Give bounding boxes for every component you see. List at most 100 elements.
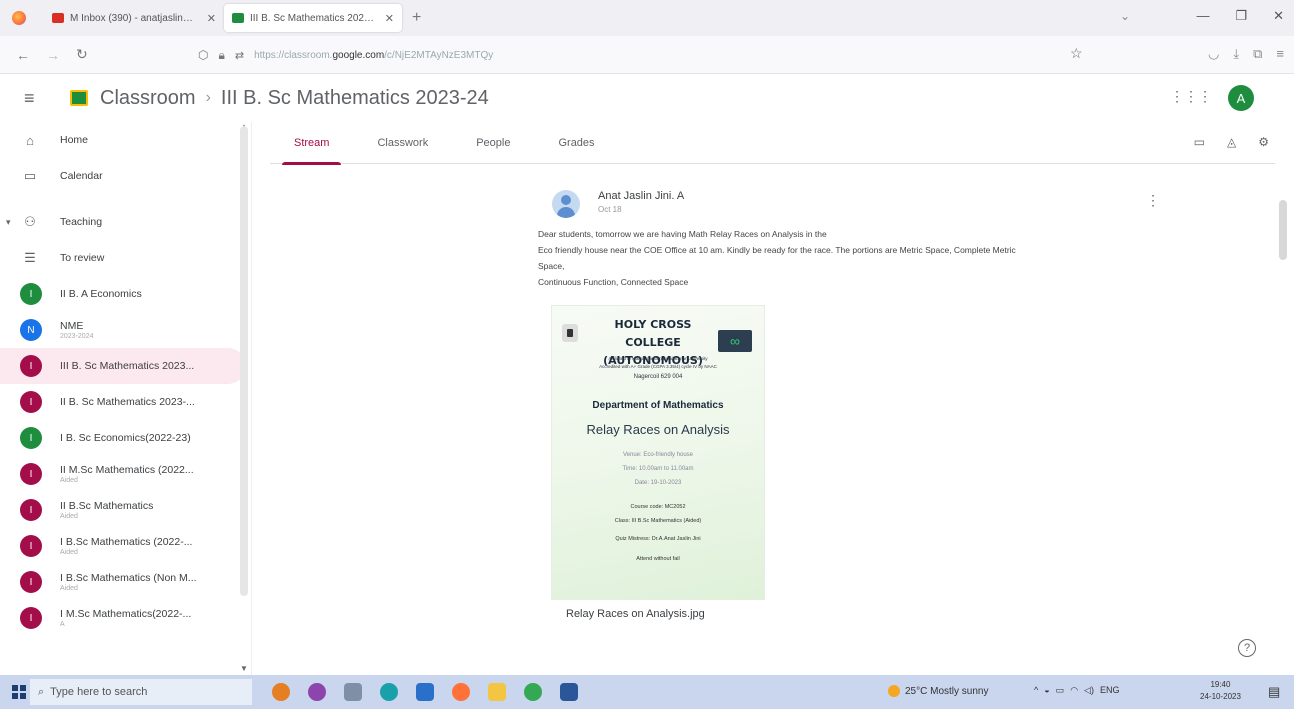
class-section: 2023-2024 (60, 333, 94, 340)
class-item-i-msc-mathematics[interactable]: I I M.Sc Mathematics(2022-... A (0, 600, 251, 636)
sidebar-item-label: Teaching (60, 216, 103, 228)
menu-icon[interactable]: ≡ (1276, 46, 1284, 62)
class-item-nme[interactable]: N NME 2023-2024 (0, 312, 251, 348)
app-icon[interactable] (308, 683, 326, 701)
word-icon[interactable] (560, 683, 578, 701)
browser-tab-bar: M Inbox (390) - anatjaslin@holy ✕ III B.… (0, 0, 1294, 36)
more-options-icon[interactable]: ⋮ (1146, 192, 1160, 209)
college-emblem-icon (562, 324, 578, 342)
taskbar-clock[interactable]: 19:40 24-10-2023 (1200, 679, 1241, 703)
classroom-logo-icon[interactable] (70, 90, 88, 106)
edge-icon[interactable] (380, 683, 398, 701)
poster-class: Class: III B.Sc Mathematics (Aided) (614, 518, 702, 524)
close-tab-icon[interactable]: ✕ (385, 12, 394, 25)
minimize-icon[interactable]: — (1196, 8, 1209, 24)
list-tabs-icon[interactable]: ⌄ (1120, 9, 1130, 23)
class-item-ii-msc-mathematics[interactable]: I II M.Sc Mathematics (2022... Aided (0, 456, 251, 492)
google-apps-icon[interactable]: ⋮⋮⋮ (1170, 88, 1212, 105)
app-name-link[interactable]: Classroom (100, 87, 196, 110)
class-section: A (60, 621, 65, 628)
class-name: II B. A Economics (60, 288, 142, 300)
sidebar-item-teaching[interactable]: ▾ ⚇ Teaching (0, 204, 251, 240)
chevron-down-icon[interactable]: ▾ (6, 217, 11, 228)
sidebar-item-calendar[interactable]: ▭ Calendar (0, 158, 251, 194)
chrome-icon[interactable] (524, 683, 542, 701)
attachment-filename[interactable]: Relay Races on Analysis.jpg (566, 608, 705, 620)
tab-people[interactable]: People (452, 122, 534, 164)
settings-gear-icon[interactable]: ⚙ (1258, 135, 1269, 149)
language-indicator[interactable]: ENG (1100, 685, 1120, 696)
poster-accreditation: Accredited with A+ Grade (CGPA 3.35/4) c… (599, 364, 717, 369)
forward-icon[interactable]: → (46, 47, 60, 63)
notifications-icon[interactable]: ▤ (1268, 684, 1280, 700)
page-scrollbar[interactable] (1279, 200, 1287, 260)
sidebar-item-to-review[interactable]: ☰ To review (0, 240, 251, 276)
class-avatar: I (20, 463, 42, 485)
network-icon[interactable]: ◒ (1044, 685, 1049, 696)
tab-stream[interactable]: Stream (270, 122, 353, 165)
class-title[interactable]: III B. Sc Mathematics 2023-24 (221, 87, 489, 110)
class-item-ii-bsc-mathematics[interactable]: I II B. Sc Mathematics 2023-... (0, 384, 251, 420)
classroom-header: ≡ Classroom › III B. Sc Mathematics 2023… (0, 74, 1282, 122)
search-icon: ⌕ (38, 685, 45, 698)
tab-classwork[interactable]: Classwork (353, 122, 452, 164)
restore-icon[interactable]: ❐ (1235, 8, 1247, 24)
help-icon[interactable]: ? (1238, 639, 1256, 657)
calendar-icon[interactable]: ▭ (1194, 135, 1205, 149)
browser-tab-classroom[interactable]: III B. Sc Mathematics 2023-24 ✕ (224, 4, 402, 32)
clock-time: 19:40 (1210, 680, 1231, 689)
class-item-ii-bsc-mathematics-aided[interactable]: I II B.Sc Mathematics Aided (0, 492, 251, 528)
pocket-icon[interactable]: ◡ (1208, 46, 1219, 62)
main-menu-icon[interactable]: ≡ (24, 88, 44, 109)
close-tab-icon[interactable]: ✕ (207, 12, 216, 25)
class-item-ii-ba-economics[interactable]: I II B. A Economics (0, 276, 251, 312)
bookmark-star-icon[interactable]: ☆ (1070, 45, 1083, 62)
browser-tab-gmail[interactable]: M Inbox (390) - anatjaslin@holy ✕ (44, 4, 224, 32)
task-view-icon[interactable] (344, 683, 362, 701)
poster-attend: Attend without fail (636, 556, 680, 562)
wifi-icon[interactable]: ◠ (1070, 685, 1078, 696)
windows-start-icon[interactable] (12, 685, 26, 699)
chevron-up-icon[interactable]: ^ (1034, 685, 1038, 696)
taskbar-search-placeholder: Type here to search (50, 686, 148, 698)
account-avatar[interactable]: A (1228, 85, 1254, 111)
lock-icon[interactable]: 🔒︎ (218, 48, 224, 63)
to-review-icon: ☰ (24, 250, 36, 265)
tab-grades[interactable]: Grades (534, 122, 618, 164)
class-name: III B. Sc Mathematics 2023... (60, 360, 195, 372)
sidebar-item-label: Calendar (60, 170, 103, 182)
class-section: Aided (60, 585, 78, 592)
drive-icon[interactable]: ◬ (1227, 135, 1236, 149)
firefox-icon[interactable] (12, 11, 26, 25)
close-window-icon[interactable]: ✕ (1273, 8, 1284, 24)
scroll-down-arrow[interactable]: ▼ (240, 664, 248, 673)
taskbar-search[interactable]: ⌕ Type here to search (30, 679, 252, 705)
shield-icon[interactable]: ⬡ (198, 48, 208, 62)
back-icon[interactable]: ← (16, 47, 30, 63)
mail-icon[interactable] (416, 683, 434, 701)
class-item-i-bsc-mathematics[interactable]: I I B.Sc Mathematics (2022-... Aided (0, 528, 251, 564)
app-icon[interactable] (272, 683, 290, 701)
new-tab-button[interactable]: + (412, 9, 421, 27)
extensions-icon[interactable]: ⧉ (1253, 46, 1262, 62)
volume-icon[interactable]: ◁) (1084, 685, 1094, 696)
class-item-i-bsc-economics[interactable]: I I B. Sc Economics(2022-23) (0, 420, 251, 456)
poster-date: Date: 19-10-2023 (634, 480, 682, 486)
firefox-taskbar-icon[interactable] (452, 683, 470, 701)
home-icon: ⌂ (26, 132, 34, 148)
class-item-iii-bsc-mathematics[interactable]: I III B. Sc Mathematics 2023... (0, 348, 246, 384)
class-item-i-bsc-mathematics-non-major[interactable]: I I B.Sc Mathematics (Non M... Aided (0, 564, 251, 600)
sidebar-item-home[interactable]: ⌂ Home (0, 122, 251, 158)
file-explorer-icon[interactable] (488, 683, 506, 701)
battery-icon[interactable]: ▭ (1056, 685, 1065, 696)
attachment-thumbnail[interactable]: HOLY CROSS COLLEGE (AUTONOMOUS) ∞ Affili… (551, 305, 765, 600)
weather-widget[interactable]: 25°C Mostly sunny (888, 685, 988, 697)
class-name: NME (60, 320, 84, 332)
class-avatar: I (20, 427, 42, 449)
sidebar-scrollbar[interactable] (240, 126, 248, 596)
reload-icon[interactable]: ↻ (76, 46, 88, 63)
downloads-icon[interactable]: ⤓ (1233, 46, 1239, 62)
poster-city: Nagercoil 629 004 (633, 374, 683, 380)
address-bar[interactable]: ⬡ 🔒︎ ⇄ https://classroom.google.com/c/Nj… (198, 42, 1098, 68)
permissions-icon[interactable]: ⇄ (235, 49, 244, 62)
